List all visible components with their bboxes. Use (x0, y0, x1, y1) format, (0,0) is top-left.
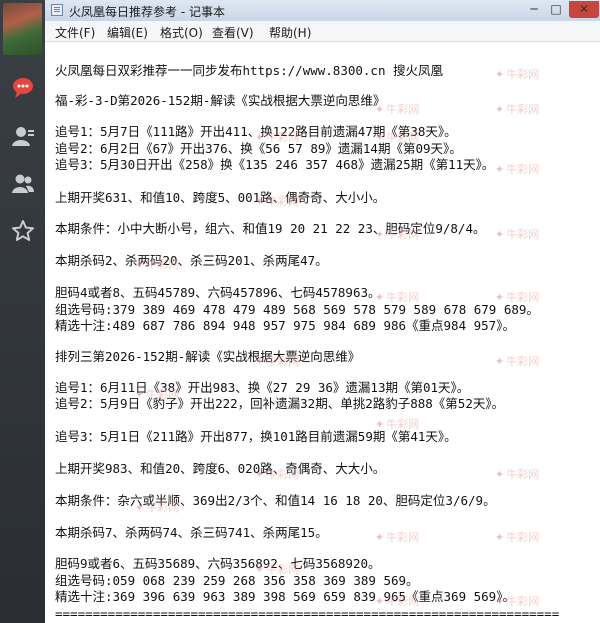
maximize-button[interactable]: □ (545, 1, 567, 18)
text-line: 组选号码:379 389 469 478 479 489 568 569 578… (55, 302, 539, 317)
text-area[interactable]: 火凤凰每日双彩推荐一一同步发布https://www.8300.cn 搜火凤凰 … (45, 41, 600, 623)
watermark: 牛彩网 (495, 226, 539, 242)
watermark: 牛彩网 (135, 499, 179, 515)
watermark: 牛彩网 (255, 561, 299, 577)
text-line: 上期开奖631、和值10、跨度5、001路、偶奇奇、大小小。 (55, 190, 386, 205)
watermark: 牛彩网 (135, 386, 179, 402)
text-line: 追号3：5月1日《211路》开出877，换101路目前遗漏59期《第41天》。 (55, 429, 457, 444)
title-bar[interactable]: 火凤凰每日推荐参考 - 记事本 ─ □ ✕ (45, 0, 600, 22)
menu-bar: 文件(F) 编辑(E) 格式(O) 查看(V) 帮助(H) (45, 21, 600, 42)
watermark: 牛彩网 (495, 529, 539, 545)
menu-format[interactable]: 格式(O) (160, 24, 203, 41)
watermark: 牛彩网 (255, 129, 299, 145)
watermark: 牛彩网 (495, 466, 539, 482)
watermark: 牛彩网 (255, 466, 299, 482)
qq-sidebar (0, 0, 45, 623)
text-line: 追号1：6月11日《38》开出983、换《27 29 36》遗漏13期《第01天… (55, 380, 470, 395)
watermark: 牛彩网 (495, 593, 539, 609)
menu-view[interactable]: 查看(V) (212, 24, 254, 41)
text-line: 追号2：5月9日《豹子》开出222，回补遗漏32期、单挑2路豹子888《第52天… (55, 396, 505, 411)
watermark: 牛彩网 (495, 161, 539, 177)
text-line: 福-彩-3-D第2026-152期-解读《实战根据大票逆向思维》 (55, 93, 386, 108)
text-line: 追号3：5月30日开出《258》换《135 246 357 468》遗漏25期《… (55, 157, 495, 172)
text-line: 本期条件：杂六或半顺、369出2/3个、和值14 16 18 20、胆码定位3/… (55, 493, 496, 508)
watermark: 牛彩网 (495, 101, 539, 117)
text-line: 排列三第2026-152期-解读《实战根据大票逆向思维》 (55, 349, 361, 364)
text-line: 组选号码:059 068 239 259 268 356 358 369 389… (55, 573, 419, 588)
notepad-window: 火凤凰每日推荐参考 - 记事本 ─ □ ✕ 文件(F) 编辑(E) 格式(O) … (45, 0, 600, 623)
window-title: 火凤凰每日推荐参考 - 记事本 (69, 5, 225, 19)
text-line: 本期条件：小中大断小号，组六、和值19 20 21 22 23、胆码定位9/8/… (55, 221, 486, 236)
minimize-button[interactable]: ─ (523, 1, 545, 18)
text-line: 本期杀码2、杀两码20、杀三码201、杀两尾47。 (55, 253, 328, 268)
avatar[interactable] (3, 3, 42, 55)
text-line: 精选十注:489 687 786 894 948 957 975 984 689… (55, 318, 515, 333)
watermark: 牛彩网 (255, 353, 299, 369)
text-line: ========================================… (55, 606, 560, 621)
text-line: 火凤凰每日双彩推荐一一同步发布https://www.8300.cn 搜火凤凰 (55, 63, 444, 78)
menu-file[interactable]: 文件(F) (55, 24, 95, 41)
notepad-icon (51, 4, 63, 16)
watermark: 牛彩网 (375, 289, 419, 305)
watermark: 牛彩网 (375, 226, 419, 242)
watermark: 牛彩网 (375, 416, 419, 432)
menu-help[interactable]: 帮助(H) (269, 24, 311, 41)
watermark: 牛彩网 (375, 101, 419, 117)
watermark: 牛彩网 (495, 353, 539, 369)
group-icon[interactable] (11, 171, 35, 195)
watermark: 牛彩网 (255, 193, 299, 209)
watermark: 牛彩网 (135, 256, 179, 272)
chat-bubble-icon[interactable] (11, 76, 35, 100)
text-line: 精选十注:369 396 639 963 389 398 569 659 839… (55, 589, 515, 604)
close-button[interactable]: ✕ (569, 1, 599, 18)
watermark: 牛彩网 (375, 129, 419, 145)
watermark: 牛彩网 (375, 593, 419, 609)
star-icon[interactable] (11, 219, 35, 243)
watermark: 牛彩网 (495, 289, 539, 305)
text-line: 胆码4或者8、五码45789、六码457896、七码4578963。 (55, 285, 381, 300)
contact-icon[interactable] (11, 124, 35, 148)
watermark: 牛彩网 (495, 66, 539, 82)
text-line: 上期开奖983、和值20、跨度6、020路、奇偶奇、大大小。 (55, 461, 386, 476)
watermark: 牛彩网 (375, 529, 419, 545)
text-line: 胆码9或者6、五码35689、六码356892、七码3568920。 (55, 556, 381, 571)
text-line: 本期杀码7、杀两码74、杀三码741、杀两尾15。 (55, 525, 328, 540)
menu-edit[interactable]: 编辑(E) (107, 24, 148, 41)
